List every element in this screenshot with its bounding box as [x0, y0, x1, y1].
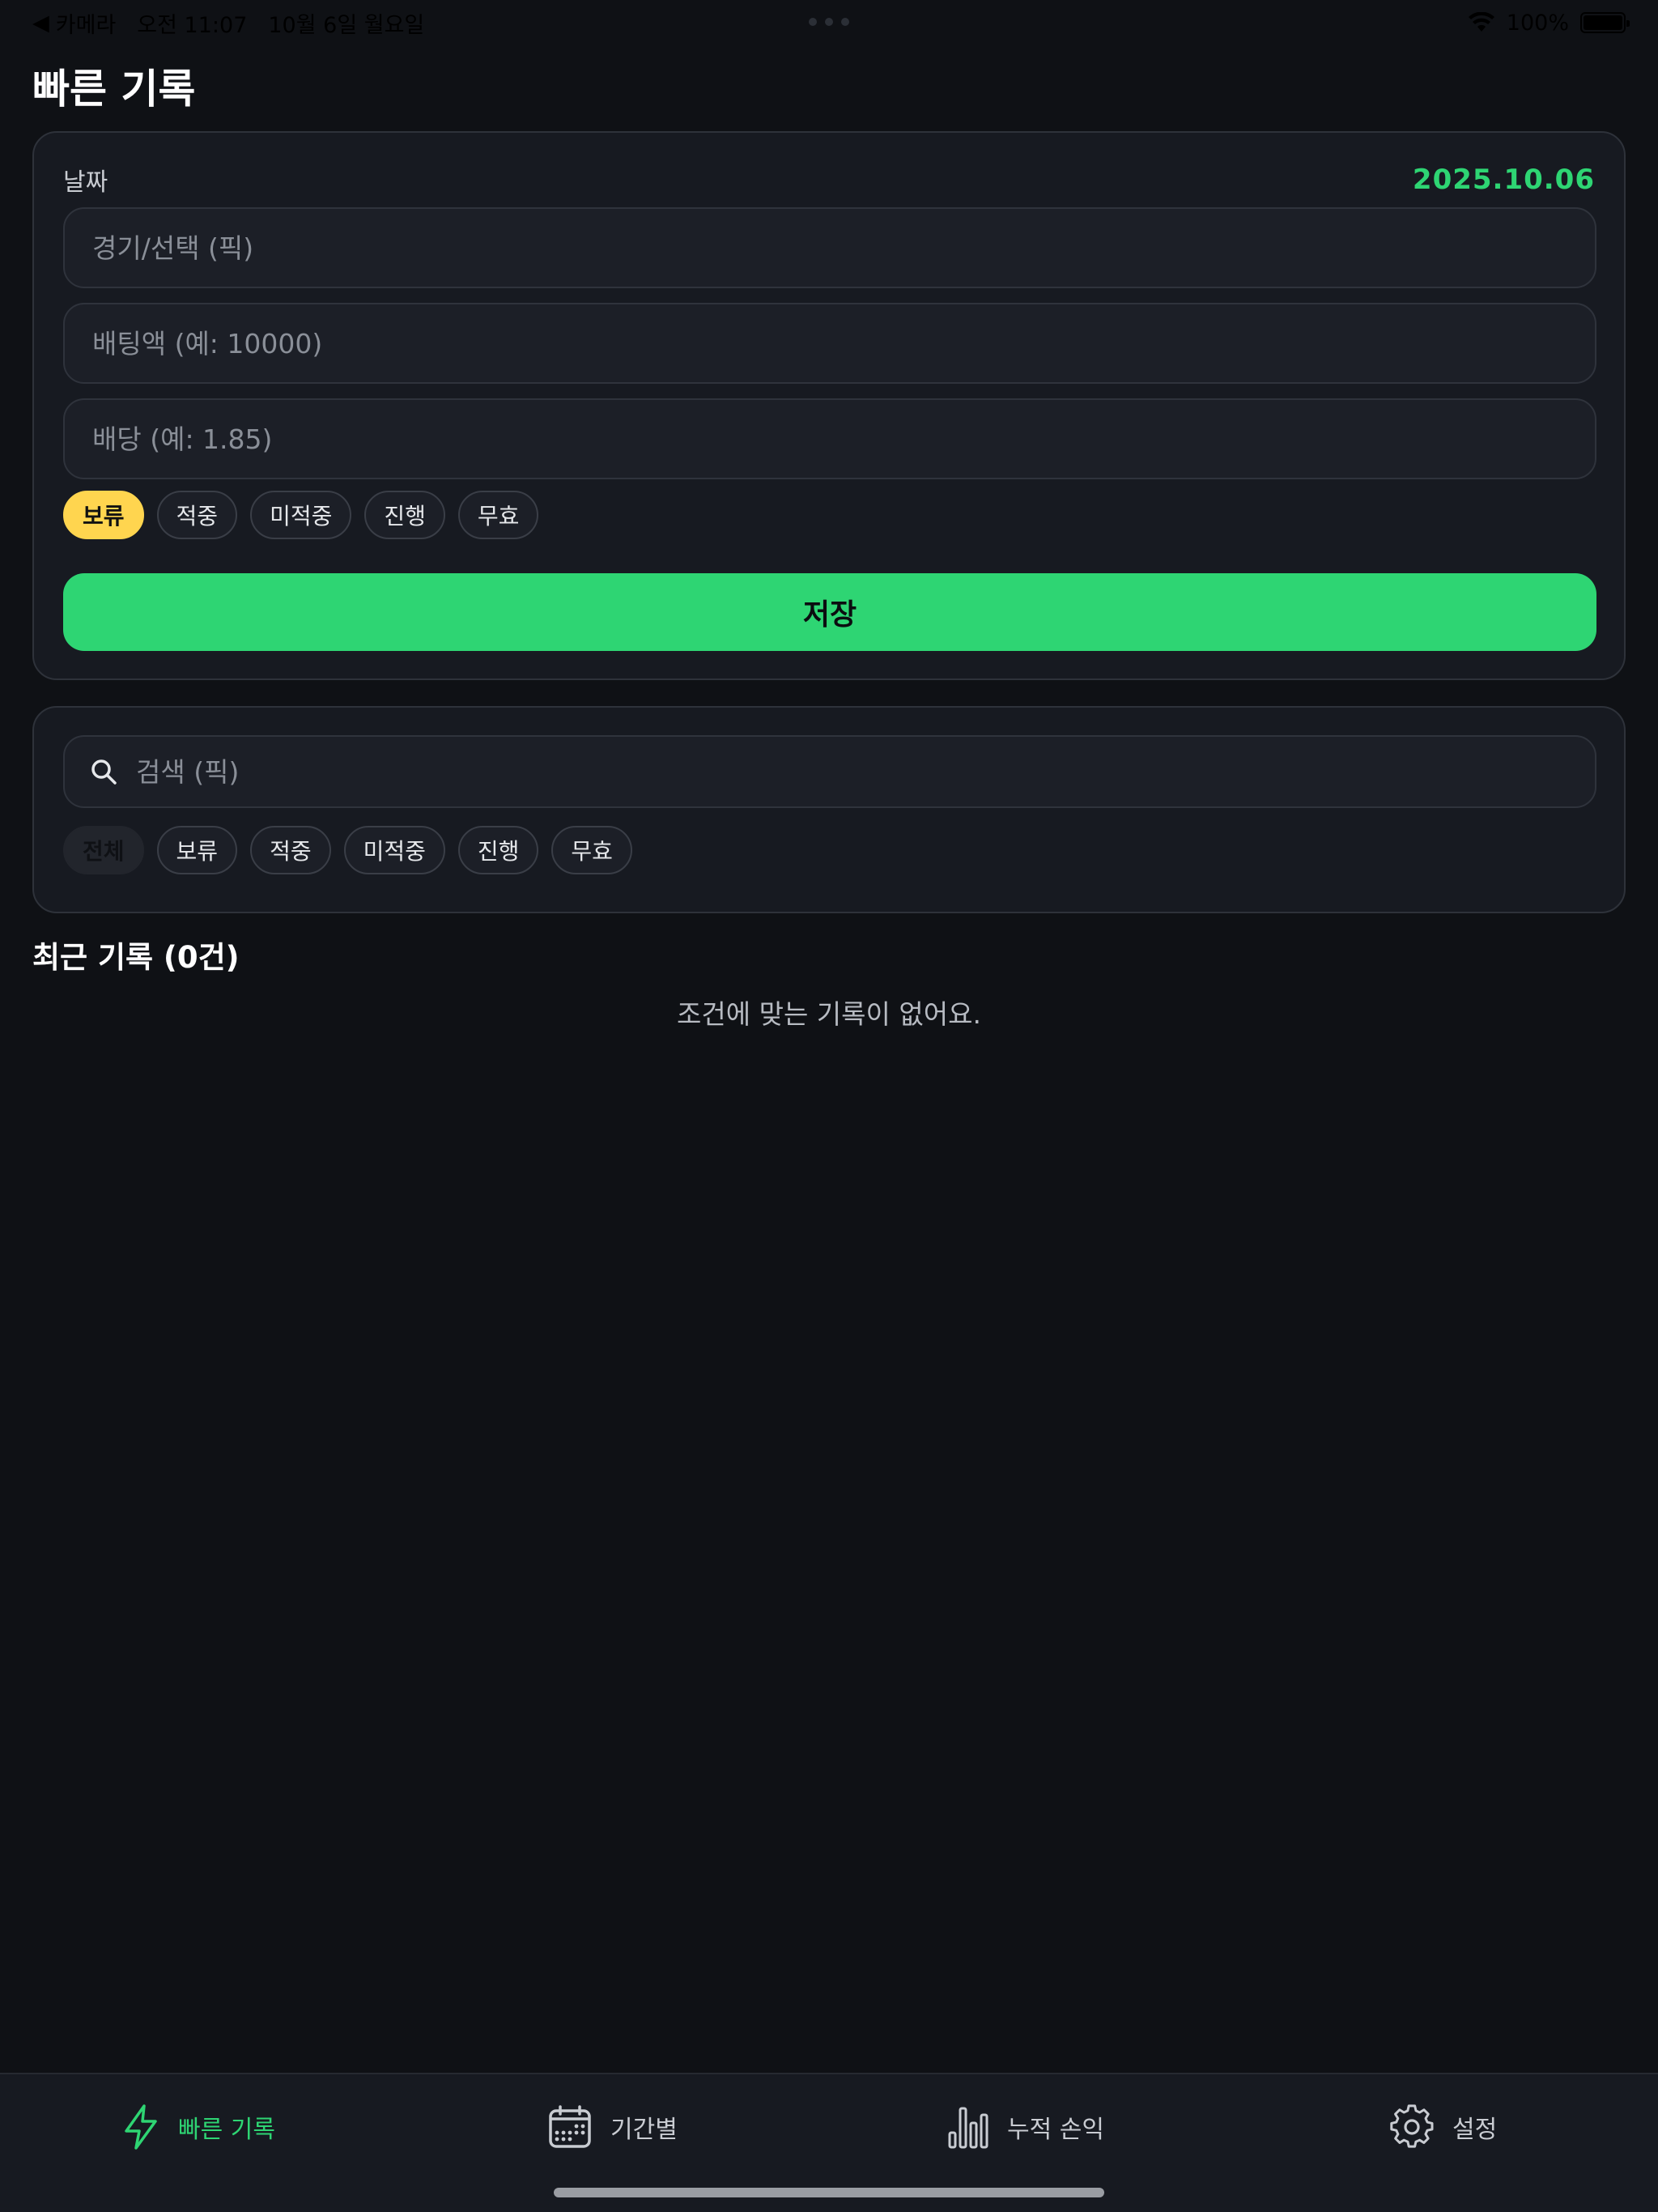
filter-chip-group: 전체 보류 적중 미적중 진행 무효 [63, 826, 632, 874]
back-to-camera[interactable]: ◀ 카메라 [32, 7, 116, 39]
stake-input[interactable] [63, 303, 1596, 384]
pick-input[interactable] [63, 207, 1596, 288]
filter-chip-hit[interactable]: 적중 [250, 826, 331, 874]
filter-chip-in-progress[interactable]: 진행 [457, 826, 539, 874]
status-chip-miss[interactable]: 미적중 [250, 491, 352, 539]
status-time: 오전 11:07 [137, 12, 248, 38]
status-date: 10월 6일 월요일 [268, 12, 425, 38]
search-filter-card: 전체 보류 적중 미적중 진행 무효 [32, 706, 1626, 913]
status-chip-pending[interactable]: 보류 [63, 491, 144, 539]
quick-entry-card: 날짜 2025.10.06 보류 적중 미적중 진행 무효 저장 [32, 131, 1626, 680]
filter-chip-miss[interactable]: 미적중 [343, 826, 445, 874]
tab-by-period[interactable]: 기간별 [547, 2099, 678, 2155]
multitask-dots[interactable] [809, 18, 849, 26]
back-arrow-icon: ◀ [32, 10, 49, 36]
home-indicator[interactable] [554, 2188, 1104, 2197]
calendar-icon [549, 2105, 591, 2148]
status-chip-void[interactable]: 무효 [457, 491, 539, 539]
status-chip-in-progress[interactable]: 진행 [364, 491, 445, 539]
app-screen: ◀ 카메라 오전 11:07 10월 6일 월요일 100% 빠른 기록 날짜 … [0, 0, 1658, 2212]
search-input[interactable] [136, 737, 1571, 806]
odds-input[interactable] [63, 398, 1596, 479]
tab-settings[interactable]: 설정 [1389, 2099, 1497, 2155]
filter-chip-void[interactable]: 무효 [551, 826, 632, 874]
status-chip-hit[interactable]: 적중 [156, 491, 238, 539]
search-icon [91, 759, 117, 785]
date-value[interactable]: 2025.10.06 [1413, 164, 1595, 196]
battery-icon [1580, 12, 1630, 33]
lightning-icon [125, 2104, 157, 2150]
status-chip-group: 보류 적중 미적중 진행 무효 [63, 491, 539, 539]
page-title: 빠른 기록 [32, 66, 196, 113]
tab-cumulative-pnl[interactable]: 누적 손익 [947, 2099, 1104, 2155]
filter-chip-pending[interactable]: 보류 [156, 826, 238, 874]
gear-icon [1390, 2104, 1434, 2148]
tab-quick-record[interactable]: 빠른 기록 [121, 2099, 275, 2155]
bar-chart-icon [948, 2107, 988, 2149]
search-field[interactable] [63, 735, 1596, 808]
filter-chip-all[interactable]: 전체 [63, 826, 144, 874]
status-bar: ◀ 카메라 오전 11:07 10월 6일 월요일 100% [0, 0, 1658, 45]
save-button[interactable]: 저장 [63, 573, 1596, 651]
date-label: 날짜 [63, 168, 108, 197]
battery-percent: 100% [1506, 10, 1569, 36]
recent-records-title: 최근 기록 (0건) [32, 940, 240, 975]
empty-state-message: 조건에 맞는 기록이 없어요. [677, 998, 981, 1030]
wifi-icon [1468, 12, 1494, 32]
